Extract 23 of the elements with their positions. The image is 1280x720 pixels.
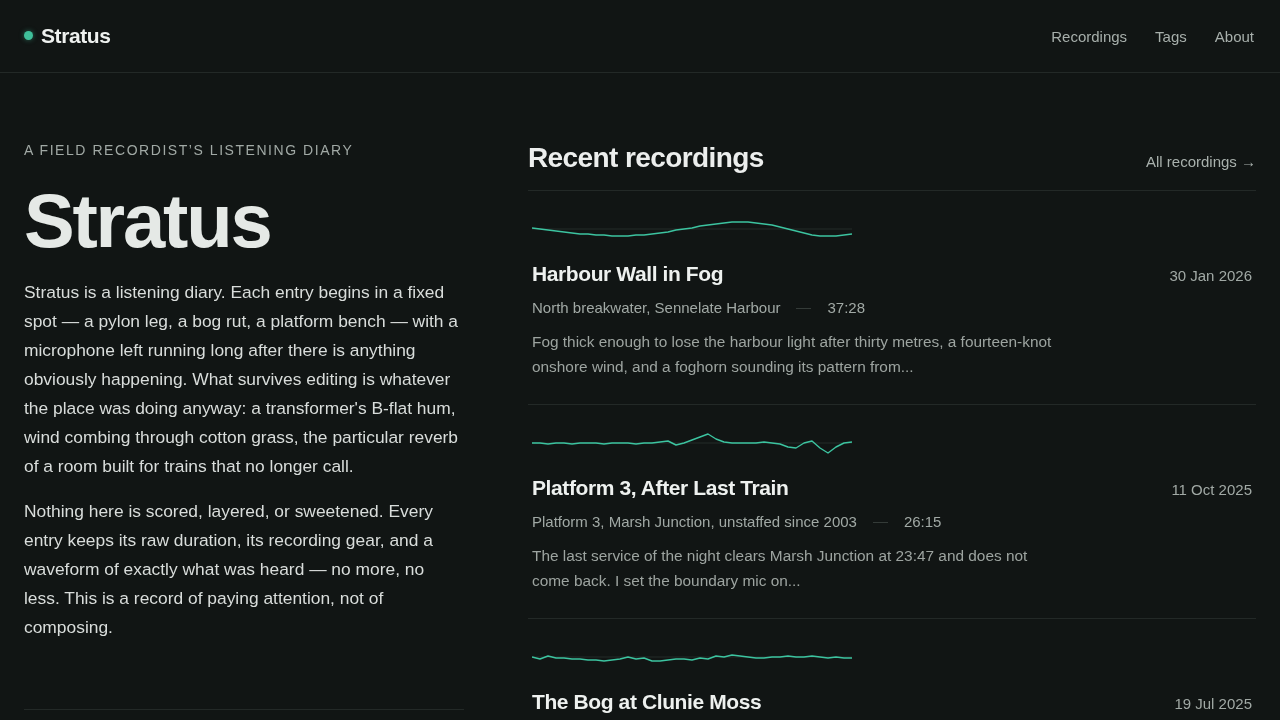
brand-name: Stratus <box>41 24 111 48</box>
section-heading: Recent recordings <box>528 141 764 175</box>
recording-title[interactable]: The Bog at Clunie Moss <box>532 690 762 714</box>
recording-location: Platform 3, Marsh Junction, unstaffed since 2003 <box>532 512 857 532</box>
nav-link[interactable]: Tags <box>1155 27 1187 45</box>
recording-title[interactable]: Platform 3, After Last Train <box>532 476 789 500</box>
recording-date: 11 Oct 2025 <box>1171 481 1252 498</box>
nav-link[interactable]: About <box>1214 27 1254 45</box>
recording-excerpt: Fog thick enough to lose the harbour light after thirty metres, a fourteen-knot onshore wind, and a foghorn sounding its pattern from... <box>532 332 1053 377</box>
all-recordings-link[interactable]: All recordings → <box>1145 153 1256 170</box>
intro-paragraph: Nothing here is scored, layered, or sweetened. Every entry keeps its raw duration, its recording gear, and a waveform of exactly what was heard — no more, no less. This is a record of paying attention, not of composing. <box>24 500 434 639</box>
recording-date: 30 Jan 2026 <box>1169 267 1252 284</box>
hero-title: Stratus <box>24 185 272 257</box>
recording-date: 19 Jul 2025 <box>1174 695 1252 712</box>
recording-duration: 26:15 <box>903 512 942 532</box>
nav-link[interactable]: Recordings <box>1051 27 1128 45</box>
recording-excerpt: The last service of the night clears Marsh Junction at 23:47 and does not come back. I set the boundary mic on... <box>532 546 1029 591</box>
eyebrow-text: A FIELD RECORDIST’S LISTENING DIARY <box>24 141 355 160</box>
intro-paragraph: Stratus is a listening diary. Each entry begins in a fixed spot — a pylon leg, a bog rut, a platform bench — with a microphone left running long after there is anything obviously happening. What survives editing is whatever the place was doing anyway: a transformer's B-flat hum, wind combing through cotton grass, the particular reverb of a room built for trains that no longer call. <box>24 281 460 478</box>
logo-dot-icon <box>24 30 33 40</box>
recording-title[interactable]: Harbour Wall in Fog <box>532 262 724 286</box>
recording-location: North breakwater, Sennelate Harbour <box>532 298 781 318</box>
recording-duration: 37:28 <box>827 298 866 318</box>
